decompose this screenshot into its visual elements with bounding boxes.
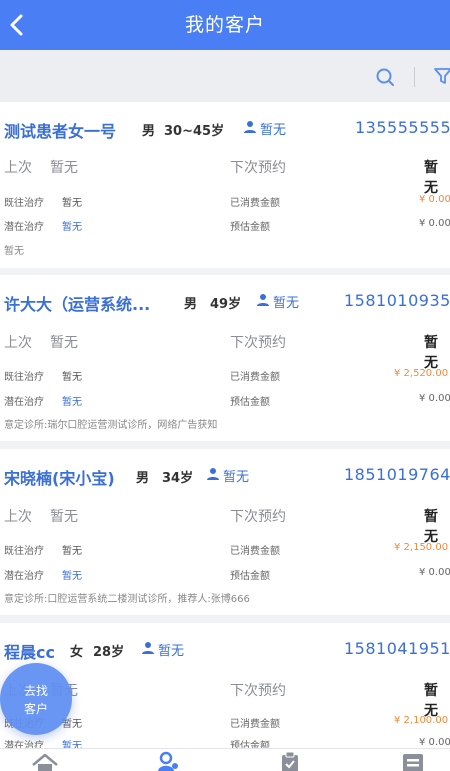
paid-amount-label: 已消费金额 xyxy=(230,546,280,557)
owner-label: 暂无 xyxy=(158,644,185,659)
customers-icon[interactable] xyxy=(153,751,183,771)
app-header: 我的客户 xyxy=(0,0,450,50)
customer-age: 30~45岁 xyxy=(164,124,225,139)
phone-number[interactable]: 15810109351 xyxy=(344,291,450,310)
estimated-amount-label: 预估金额 xyxy=(230,222,270,233)
bottom-tab-bar xyxy=(0,748,450,771)
person-icon xyxy=(257,294,269,306)
customer-gender: 男 xyxy=(184,297,198,312)
customer-age: 34岁 xyxy=(162,471,194,486)
next-appointment-label: 下次预约 xyxy=(230,509,286,525)
paid-amount-value: ¥ 2,150.00 xyxy=(394,542,449,553)
estimated-amount-value: ¥ 0.00 xyxy=(419,567,450,578)
owner-label: 暂无 xyxy=(260,123,287,138)
customer-name[interactable]: 测试患者女一号 xyxy=(4,118,116,142)
owner-label: 暂无 xyxy=(273,296,300,311)
past-treatment-label: 既往治疗 xyxy=(4,546,44,557)
last-visit-value: 暂无 xyxy=(50,335,78,351)
person-icon xyxy=(244,121,256,133)
clipboard-icon[interactable] xyxy=(275,751,305,771)
estimated-amount-value: ¥ 0.00 xyxy=(419,218,450,229)
customer-gender: 女 xyxy=(70,645,84,660)
paid-amount-value: ¥ 2,520.00 xyxy=(394,368,449,379)
potential-treatment-value: 暂无 xyxy=(62,222,82,233)
customer-age: 28岁 xyxy=(93,645,125,660)
past-treatment-label: 既往治疗 xyxy=(4,198,44,209)
search-icon[interactable] xyxy=(374,66,396,88)
potential-treatment-value: 暂无 xyxy=(62,397,82,408)
customer-age: 49岁 xyxy=(210,297,242,312)
last-visit-value: 暂无 xyxy=(50,160,78,176)
customer-note: 意定诊所:瑞尔口腔运营测试诊所，网络广告获知 xyxy=(4,420,218,431)
customer-gender: 男 xyxy=(142,124,156,139)
next-appointment-label: 下次预约 xyxy=(230,160,286,176)
customer-note: 暂无 xyxy=(4,246,24,257)
phone-number[interactable]: 15810419515 xyxy=(344,639,450,658)
customer-name[interactable]: 宋晓楠(宋小宝) xyxy=(4,465,115,489)
fab-label-line1: 去找 xyxy=(23,684,48,698)
last-visit-label: 上次 xyxy=(4,160,32,176)
last-visit-label: 上次 xyxy=(4,509,32,525)
owner-label: 暂无 xyxy=(223,470,250,485)
potential-treatment-label: 潜在治疗 xyxy=(4,222,44,233)
past-treatment-value: 暂无 xyxy=(62,546,82,557)
past-treatment-label: 既往治疗 xyxy=(4,372,44,383)
last-visit-value: 暂无 xyxy=(50,509,78,525)
person-icon xyxy=(207,468,219,480)
estimated-amount-label: 预估金额 xyxy=(230,397,270,408)
phone-number[interactable]: 18510197643 xyxy=(344,465,450,484)
paid-amount-label: 已消费金额 xyxy=(230,719,280,730)
next-appointment-value: 暂无 xyxy=(424,160,438,196)
next-appointment-label: 下次预约 xyxy=(230,683,286,699)
estimated-amount-value: ¥ 0.00 xyxy=(419,737,450,748)
phone-number[interactable]: 13555555555 xyxy=(355,118,450,137)
estimated-amount-label: 预估金额 xyxy=(230,571,270,582)
customer-note: 意定诊所:口腔运营系统二楼测试诊所，推荐人:张博666 xyxy=(4,594,250,605)
customer-card[interactable]: 宋晓楠(宋小宝) 男 34岁 暂无 18510197643 上次 暂无 下次预约… xyxy=(0,449,450,615)
potential-treatment-value: 暂无 xyxy=(62,571,82,582)
last-visit-label: 上次 xyxy=(4,335,32,351)
person-icon xyxy=(142,642,154,654)
potential-treatment-label: 潜在治疗 xyxy=(4,571,44,582)
customer-name[interactable]: 许大大（运营系统... xyxy=(4,291,150,315)
estimated-amount-value: ¥ 0.00 xyxy=(419,393,450,404)
search-filter-bar xyxy=(0,50,450,102)
next-appointment-value: 暂无 xyxy=(424,335,438,371)
home-icon[interactable] xyxy=(30,751,60,771)
paid-amount-value: ¥ 0.00 xyxy=(419,194,450,205)
paid-amount-label: 已消费金额 xyxy=(230,372,280,383)
find-customer-fab[interactable]: 去找 客户 xyxy=(0,663,72,735)
next-appointment-value: 暂无 xyxy=(424,509,438,545)
customer-card[interactable]: 测试患者女一号 男 30~45岁 暂无 13555555555 上次 暂无 下次… xyxy=(0,102,450,268)
customer-name[interactable]: 程晨cc xyxy=(4,639,55,663)
fab-label-line2: 客户 xyxy=(23,702,48,716)
past-treatment-value: 暂无 xyxy=(62,198,82,209)
next-appointment-label: 下次预约 xyxy=(230,335,286,351)
profile-card-icon[interactable] xyxy=(398,751,428,771)
page-title: 我的客户 xyxy=(184,14,265,36)
separator xyxy=(414,67,415,87)
potential-treatment-label: 潜在治疗 xyxy=(4,397,44,408)
paid-amount-value: ¥ 2,100.00 xyxy=(394,715,449,726)
paid-amount-label: 已消费金额 xyxy=(230,198,280,209)
filter-icon[interactable] xyxy=(432,65,450,87)
next-appointment-value: 暂无 xyxy=(424,683,438,719)
past-treatment-value: 暂无 xyxy=(62,372,82,383)
customer-card[interactable]: 许大大（运营系统... 男 49岁 暂无 15810109351 上次 暂无 下… xyxy=(0,275,450,441)
customer-gender: 男 xyxy=(136,471,150,486)
